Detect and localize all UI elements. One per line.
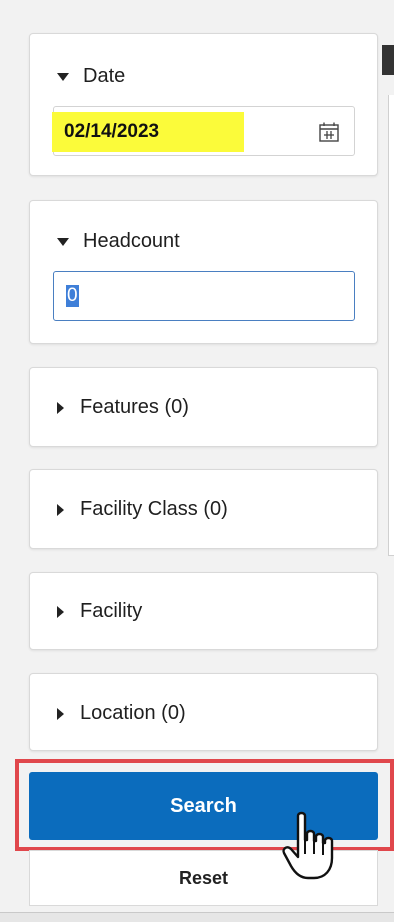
triangle-right-icon [57, 605, 64, 618]
facility-class-filter-panel[interactable]: Facility Class (0) [29, 469, 378, 549]
features-filter-panel[interactable]: Features (0) [29, 367, 378, 447]
triangle-right-icon [57, 401, 64, 414]
location-filter-panel[interactable]: Location (0) [29, 673, 378, 751]
date-value: 02/14/2023 [64, 121, 160, 142]
facility-filter-toggle[interactable]: Facility [57, 600, 142, 623]
headcount-filter-toggle[interactable]: Headcount [57, 230, 180, 253]
calendar-icon[interactable] [318, 121, 340, 143]
results-panel-edge-lower [388, 205, 394, 556]
facility-class-filter-label: Facility Class (0) [80, 498, 228, 520]
triangle-right-icon [57, 503, 64, 516]
features-filter-toggle[interactable]: Features (0) [57, 396, 189, 419]
hand-pointer-icon [282, 811, 334, 880]
results-panel-edge [388, 95, 394, 205]
date-filter-panel: Date 02/14/2023 [29, 33, 378, 176]
facility-class-filter-toggle[interactable]: Facility Class (0) [57, 498, 228, 521]
triangle-right-icon [57, 707, 64, 720]
date-filter-toggle[interactable]: Date [57, 65, 125, 88]
facility-filter-label: Facility [80, 600, 143, 622]
headcount-filter-label: Headcount [83, 230, 180, 252]
date-filter-label: Date [83, 65, 126, 87]
features-filter-label: Features (0) [80, 396, 189, 418]
location-filter-toggle[interactable]: Location (0) [57, 702, 186, 725]
headcount-input[interactable]: 0 [53, 271, 355, 321]
date-field[interactable]: 02/14/2023 [52, 106, 355, 156]
triangle-down-icon [57, 237, 69, 246]
triangle-down-icon [57, 72, 69, 81]
results-heading-fragment [382, 45, 394, 75]
headcount-value: 0 [66, 285, 79, 307]
facility-filter-panel[interactable]: Facility [29, 572, 378, 650]
headcount-filter-panel: Headcount 0 [29, 200, 378, 344]
location-filter-label: Location (0) [80, 702, 186, 724]
